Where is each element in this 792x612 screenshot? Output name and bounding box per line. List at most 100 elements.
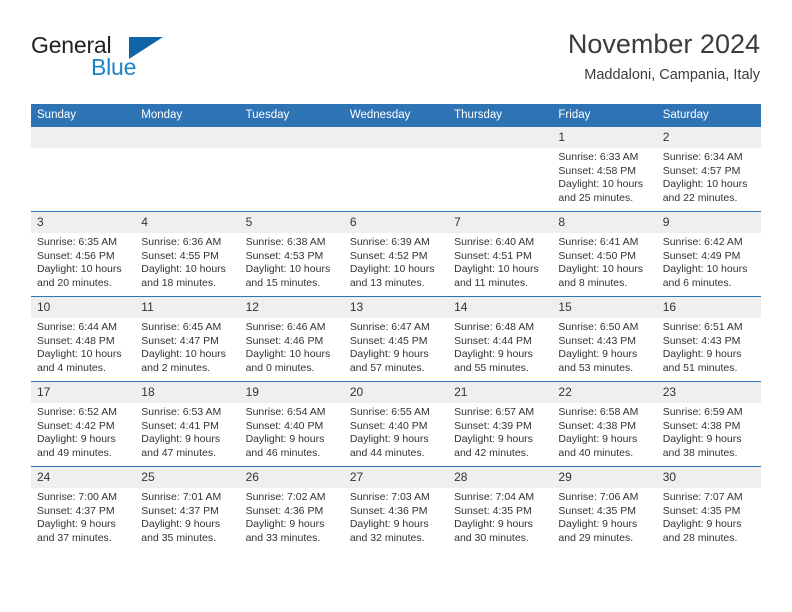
weekday-header-monday: Monday [135, 104, 240, 127]
calendar-week-row: 3 Sunrise: 6:35 AM Sunset: 4:56 PM Daylight… [31, 211, 761, 297]
day-details: Sunrise: 6:36 AM Sunset: 4:55 PM Daylight:… [135, 233, 239, 290]
calendar-day-cell[interactable]: 17 Sunrise: 6:52 AM Sunset: 4:42 PM Dayligh… [31, 381, 136, 467]
calendar-day-cell[interactable]: 30 Sunrise: 7:07 AM Sunset: 4:35 PM Dayligh… [656, 466, 761, 552]
day-number: 5 [239, 212, 344, 233]
sunrise-text: Sunrise: 7:07 AM [662, 491, 743, 503]
sunrise-text: Sunrise: 6:51 AM [662, 321, 743, 333]
sunset-text: Sunset: 4:45 PM [349, 334, 428, 347]
day-details: Sunrise: 6:41 AM Sunset: 4:50 PM Daylight:… [552, 233, 656, 290]
calendar-day-cell[interactable]: 11 Sunrise: 6:45 AM Sunset: 4:47 PM Dayligh… [135, 296, 240, 382]
day-number: 12 [239, 297, 344, 318]
weekday-header-sunday: Sunday [31, 104, 136, 127]
day-details: Sunrise: 6:54 AM Sunset: 4:40 PM Daylight:… [240, 403, 344, 460]
sunset-text: Sunset: 4:50 PM [558, 249, 637, 262]
calendar-day-cell[interactable]: 10 Sunrise: 6:44 AM Sunset: 4:48 PM Dayligh… [31, 296, 136, 382]
daylight-text: Daylight: 10 hours and 18 minutes. [141, 263, 226, 289]
day-details: Sunrise: 6:50 AM Sunset: 4:43 PM Daylight:… [552, 318, 656, 375]
calendar-day-cell[interactable]: 5 Sunrise: 6:38 AM Sunset: 4:53 PM Daylight… [239, 211, 344, 297]
day-number: 4 [135, 212, 240, 233]
calendar-day-cell[interactable]: 3 Sunrise: 6:35 AM Sunset: 4:56 PM Daylight… [31, 211, 136, 297]
daylight-text: Daylight: 10 hours and 15 minutes. [245, 263, 331, 289]
daylight-text: Daylight: 9 hours and 29 minutes. [558, 518, 638, 544]
calendar-day-cell[interactable]: 2 Sunrise: 6:34 AM Sunset: 4:57 PM Daylight… [656, 126, 761, 212]
daylight-text: Daylight: 9 hours and 37 minutes. [37, 518, 116, 544]
calendar-day-cell[interactable]: 29 Sunrise: 7:06 AM Sunset: 4:35 PM Dayligh… [552, 466, 657, 552]
calendar-day-cell[interactable]: 4 Sunrise: 6:36 AM Sunset: 4:55 PM Daylight… [135, 211, 240, 297]
day-number: 23 [656, 382, 761, 403]
day-details: Sunrise: 7:00 AM Sunset: 4:37 PM Daylight:… [31, 488, 135, 545]
calendar-day-cell[interactable]: 24 Sunrise: 7:00 AM Sunset: 4:37 PM Dayligh… [31, 466, 136, 552]
calendar-day-cell-empty [239, 126, 344, 212]
sunset-text: Sunset: 4:52 PM [349, 249, 428, 262]
sunset-text: Sunset: 4:56 PM [37, 249, 115, 262]
calendar-week-row: 17 Sunrise: 6:52 AM Sunset: 4:42 PM Dayligh… [31, 381, 761, 467]
calendar-day-cell[interactable]: 19 Sunrise: 6:54 AM Sunset: 4:40 PM Dayligh… [239, 381, 344, 467]
sunrise-text: Sunrise: 7:01 AM [141, 491, 222, 503]
sunrise-text: Sunrise: 6:35 AM [37, 236, 117, 248]
daylight-text: Daylight: 10 hours and 8 minutes. [558, 263, 644, 289]
daylight-text: Daylight: 9 hours and 44 minutes. [349, 433, 429, 459]
calendar-week-row: 24 Sunrise: 7:00 AM Sunset: 4:37 PM Dayligh… [31, 466, 761, 552]
calendar-day-cell[interactable]: 21 Sunrise: 6:57 AM Sunset: 4:39 PM Dayligh… [448, 381, 553, 467]
sunrise-text: Sunrise: 7:03 AM [349, 491, 430, 503]
sunset-text: Sunset: 4:43 PM [662, 334, 741, 347]
day-number: 8 [552, 212, 657, 233]
sunrise-text: Sunrise: 7:06 AM [558, 491, 639, 503]
day-details: Sunrise: 6:53 AM Sunset: 4:41 PM Daylight:… [135, 403, 239, 460]
calendar-day-cell[interactable]: 6 Sunrise: 6:39 AM Sunset: 4:52 PM Daylight… [343, 211, 449, 297]
day-number [448, 127, 553, 148]
calendar-day-cell[interactable]: 27 Sunrise: 7:03 AM Sunset: 4:36 PM Dayligh… [343, 466, 449, 552]
calendar-day-cell-empty [448, 126, 553, 212]
day-number: 10 [31, 297, 136, 318]
sunrise-text: Sunrise: 6:39 AM [349, 236, 430, 248]
calendar-day-cell[interactable]: 1 Sunrise: 6:33 AM Sunset: 4:58 PM Daylight… [552, 126, 657, 212]
calendar-page: General Blue November 2024 Maddaloni, Ca… [0, 0, 792, 612]
sunset-text: Sunset: 4:46 PM [245, 334, 324, 347]
calendar-day-cell[interactable]: 8 Sunrise: 6:41 AM Sunset: 4:50 PM Daylight… [552, 211, 657, 297]
weekday-header-friday: Friday [552, 104, 657, 127]
calendar-day-cell[interactable]: 26 Sunrise: 7:02 AM Sunset: 4:36 PM Dayligh… [239, 466, 344, 552]
day-details: Sunrise: 7:03 AM Sunset: 4:36 PM Daylight:… [344, 488, 448, 545]
day-details: Sunrise: 7:02 AM Sunset: 4:36 PM Daylight:… [240, 488, 344, 545]
sunrise-text: Sunrise: 6:41 AM [558, 236, 639, 248]
day-details: Sunrise: 7:06 AM Sunset: 4:35 PM Daylight:… [552, 488, 656, 545]
sunrise-text: Sunrise: 6:52 AM [37, 406, 117, 418]
day-number: 19 [239, 382, 344, 403]
day-number: 26 [239, 467, 344, 488]
calendar-day-cell[interactable]: 7 Sunrise: 6:40 AM Sunset: 4:51 PM Daylight… [448, 211, 553, 297]
sunrise-text: Sunrise: 6:33 AM [558, 151, 639, 163]
sunrise-text: Sunrise: 6:53 AM [141, 406, 222, 418]
daylight-text: Daylight: 10 hours and 11 minutes. [454, 263, 539, 289]
day-details: Sunrise: 6:34 AM Sunset: 4:57 PM Daylight:… [657, 148, 761, 205]
calendar-day-cell[interactable]: 25 Sunrise: 7:01 AM Sunset: 4:37 PM Dayligh… [135, 466, 240, 552]
sunset-text: Sunset: 4:40 PM [349, 419, 428, 432]
sunset-text: Sunset: 4:41 PM [141, 419, 219, 432]
daylight-text: Daylight: 9 hours and 47 minutes. [141, 433, 221, 459]
day-details: Sunrise: 6:59 AM Sunset: 4:38 PM Daylight:… [657, 403, 761, 460]
calendar-day-cell[interactable]: 12 Sunrise: 6:46 AM Sunset: 4:46 PM Dayligh… [239, 296, 344, 382]
calendar-day-cell[interactable]: 13 Sunrise: 6:47 AM Sunset: 4:45 PM Dayligh… [343, 296, 449, 382]
calendar-day-cell[interactable]: 16 Sunrise: 6:51 AM Sunset: 4:43 PM Dayligh… [656, 296, 761, 382]
calendar-day-cell[interactable]: 28 Sunrise: 7:04 AM Sunset: 4:35 PM Dayligh… [448, 466, 553, 552]
sunset-text: Sunset: 4:35 PM [662, 504, 741, 517]
calendar-day-cell[interactable]: 18 Sunrise: 6:53 AM Sunset: 4:41 PM Dayligh… [135, 381, 240, 467]
day-details: Sunrise: 6:38 AM Sunset: 4:53 PM Daylight:… [240, 233, 344, 290]
sunrise-text: Sunrise: 6:44 AM [37, 321, 117, 333]
sunset-text: Sunset: 4:55 PM [141, 249, 219, 262]
day-details: Sunrise: 6:33 AM Sunset: 4:58 PM Daylight:… [552, 148, 656, 205]
day-details: Sunrise: 6:58 AM Sunset: 4:38 PM Daylight:… [552, 403, 656, 460]
calendar-day-cell[interactable]: 14 Sunrise: 6:48 AM Sunset: 4:44 PM Dayligh… [448, 296, 553, 382]
calendar-day-cell[interactable]: 22 Sunrise: 6:58 AM Sunset: 4:38 PM Dayligh… [552, 381, 657, 467]
sunset-text: Sunset: 4:38 PM [662, 419, 741, 432]
weekday-header-saturday: Saturday [656, 104, 761, 127]
calendar-day-cell[interactable]: 15 Sunrise: 6:50 AM Sunset: 4:43 PM Dayligh… [552, 296, 657, 382]
day-number: 21 [448, 382, 553, 403]
calendar-day-cell[interactable]: 23 Sunrise: 6:59 AM Sunset: 4:38 PM Dayligh… [656, 381, 761, 467]
calendar-day-cell[interactable]: 20 Sunrise: 6:55 AM Sunset: 4:40 PM Dayligh… [343, 381, 449, 467]
daylight-text: Daylight: 9 hours and 51 minutes. [662, 348, 742, 374]
page-title: November 2024 [567, 29, 760, 59]
calendar-day-cell[interactable]: 9 Sunrise: 6:42 AM Sunset: 4:49 PM Daylight… [656, 211, 761, 297]
day-number: 22 [552, 382, 657, 403]
day-details: Sunrise: 6:39 AM Sunset: 4:52 PM Daylight:… [344, 233, 448, 290]
title-block: November 2024 Maddaloni, Campania, Italy [568, 28, 760, 86]
